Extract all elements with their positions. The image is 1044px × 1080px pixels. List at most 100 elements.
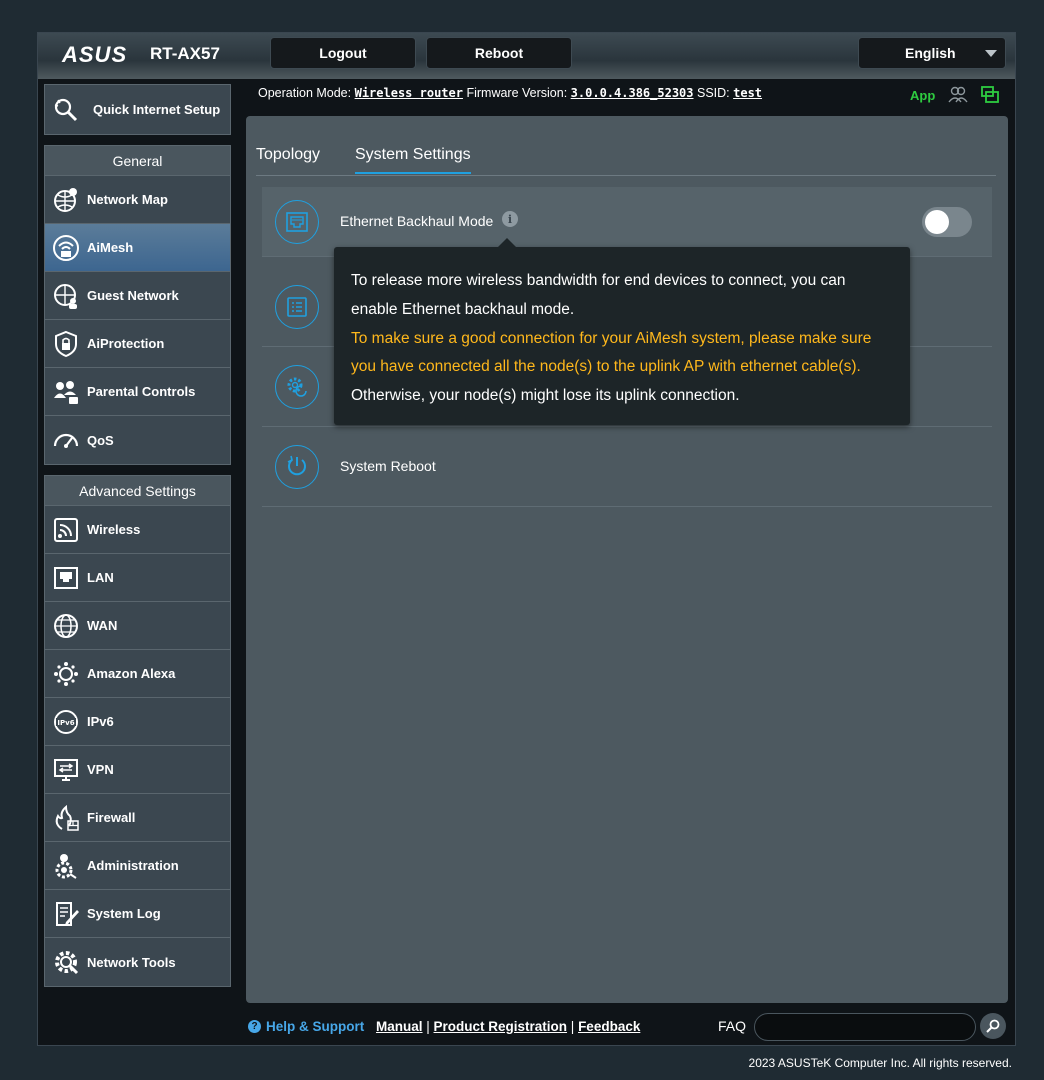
product-registration-link[interactable]: Product Registration [434,1019,568,1034]
ssid-link[interactable]: test [733,86,762,100]
sidebar-item-vpn[interactable]: VPN [45,746,230,794]
sidebar-item-label: AiMesh [87,240,134,255]
sidebar-item-label: Parental Controls [87,384,196,399]
operation-mode-link[interactable]: Wireless router [355,86,463,100]
vpn-icon [51,755,81,785]
manual-link[interactable]: Manual [376,1019,423,1034]
operation-mode-label: Operation Mode: [258,86,352,100]
sidebar-item-label: IPv6 [87,714,114,729]
reboot-icon [275,445,319,489]
sidebar-item-ipv6[interactable]: IPv6 IPv6 [45,698,230,746]
sidebar-item-firewall[interactable]: Firewall [45,794,230,842]
system-log-icon [51,899,81,929]
faq-search-input[interactable] [754,1013,976,1041]
app-link[interactable]: App [910,88,935,103]
footer-links: Manual | Product Registration | Feedback [376,1019,641,1034]
model-name: RT-AX57 [150,44,220,63]
svg-text:IPv6: IPv6 [57,719,74,727]
sidebar-item-aimesh[interactable]: AiMesh [45,224,230,272]
sidebar-item-lan[interactable]: LAN [45,554,230,602]
sidebar-item-label: System Log [87,906,161,921]
tooltip-text: To release more wireless bandwidth for e… [351,272,846,318]
feedback-link[interactable]: Feedback [578,1019,640,1034]
quick-internet-setup-button[interactable]: Quick Internet Setup [44,84,231,135]
sidebar-item-system-log[interactable]: System Log [45,890,230,938]
help-support-label: Help & Support [266,1019,365,1034]
firmware-version-link[interactable]: 3.0.0.4.386_52303 [571,86,694,100]
sidebar-item-label: Network Map [87,192,168,207]
parental-controls-icon [51,377,81,407]
qos-icon [51,425,81,455]
info-icon[interactable]: i [502,211,518,227]
top-bar: ASUS RT-AX57 Logout Reboot English [38,33,1015,79]
advanced-settings-menu: Advanced Settings Wireless LAN WAN Amazo… [44,475,231,987]
sidebar-item-network-map[interactable]: Network Map [45,176,230,224]
sidebar-item-label: Wireless [87,522,141,537]
sidebar-item-guest-network[interactable]: Guest Network [45,272,230,320]
sidebar-item-aiprotection[interactable]: AiProtection [45,320,230,368]
wireless-icon [51,515,81,545]
sidebar-item-label: Guest Network [87,288,179,303]
status-line: Operation Mode: Wireless router Firmware… [258,86,762,100]
general-menu: General Network Map AiMesh Guest Network… [44,145,231,465]
language-value: English [905,45,956,61]
aimesh-icon [51,233,81,263]
firmware-label: Firmware Version: [466,86,568,100]
toggle-knob [925,210,949,234]
tab-topology[interactable]: Topology [256,146,320,172]
settings-gear-icon [275,365,319,409]
firewall-icon [51,803,81,833]
faq-label: FAQ [718,1018,747,1034]
help-icon: ? [248,1020,261,1033]
wan-icon [51,611,81,641]
sidebar-item-label: VPN [87,762,114,777]
lan-icon [51,563,81,593]
ethernet-backhaul-toggle[interactable] [922,207,972,237]
help-support-link[interactable]: ? Help & Support [248,1019,364,1034]
sidebar-item-parental-controls[interactable]: Parental Controls [45,368,230,416]
alexa-icon [51,659,81,689]
quick-setup-label: Quick Internet Setup [93,102,221,117]
ethernet-backhaul-tooltip: To release more wireless bandwidth for e… [334,238,910,425]
search-icon [986,1019,1000,1033]
chevron-down-icon [985,50,997,57]
copyright: 2023 ASUSTeK Computer Inc. All rights re… [748,1056,1012,1070]
sidebar-item-wireless[interactable]: Wireless [45,506,230,554]
sidebar-item-label: LAN [87,570,114,585]
search-button[interactable] [980,1013,1006,1039]
tab-bar: Topology System Settings [256,146,996,176]
network-map-icon [51,185,81,215]
asus-logo: ASUS [62,42,128,67]
general-title: General [45,146,230,176]
list-icon [275,285,319,329]
aiprotection-icon [51,329,81,359]
ethernet-backhaul-label: Ethernet Backhaul Mode [340,213,494,229]
sidebar-item-administration[interactable]: Administration [45,842,230,890]
router-admin-window: ASUS RT-AX57 Logout Reboot English Quick… [37,32,1016,1046]
sidebar-item-network-tools[interactable]: Network Tools [45,938,230,986]
sidebar-item-label: QoS [87,432,114,448]
sidebar-item-label: WAN [87,618,118,633]
sidebar-item-qos[interactable]: QoS [45,416,230,464]
language-select[interactable]: English [858,37,1006,69]
ssid-label: SSID: [696,86,730,100]
ipv6-icon: IPv6 [51,707,81,737]
network-tools-icon [51,947,81,977]
sidebar-item-label: Firewall [87,810,136,825]
sidebar-item-label: Network Tools [87,954,176,970]
footer: ? Help & Support Manual | Product Regist… [248,1013,1008,1041]
tooltip-warning: To make sure a good connection for your … [351,329,872,376]
tab-system-settings[interactable]: System Settings [355,146,471,174]
advanced-settings-title: Advanced Settings [45,476,230,506]
logout-button[interactable]: Logout [270,37,416,69]
reboot-button[interactable]: Reboot [426,37,572,69]
system-reboot-label: System Reboot [340,458,436,474]
tooltip-text-2: Otherwise, your node(s) might lose its u… [351,387,740,405]
sidebar-item-wan[interactable]: WAN [45,602,230,650]
ethernet-port-icon [275,200,319,244]
system-reboot-row[interactable]: System Reboot [262,427,992,507]
sidebar-item-label: Amazon Alexa [87,666,176,681]
usb-status-icon[interactable] [980,85,1000,105]
sidebar-item-amazon-alexa[interactable]: Amazon Alexa [45,650,230,698]
clients-icon[interactable] [948,85,968,105]
